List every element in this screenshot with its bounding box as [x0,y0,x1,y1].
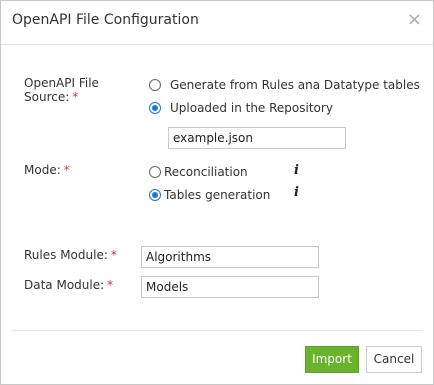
source-uploaded-label: Uploaded in the Repository [170,101,333,115]
footer-divider [12,330,422,331]
data-module-field[interactable]: Models [141,276,319,298]
mode-reconciliation-label: Reconciliation [164,165,248,179]
cancel-button[interactable]: Cancel [366,346,422,373]
mode-reconciliation-radio[interactable] [149,166,161,178]
required-mark: * [107,278,114,292]
source-label: OpenAPI File Source: * [24,76,99,104]
dialog-title: OpenAPI File Configuration [12,12,199,28]
required-mark: * [72,90,79,104]
mode-option-reconciliation[interactable]: Reconciliation [149,164,248,180]
import-button[interactable]: Import [305,346,359,373]
close-icon[interactable]: × [407,11,422,29]
openapi-config-dialog: OpenAPI File Configuration × OpenAPI Fil… [0,0,434,385]
info-icon[interactable]: i [294,164,299,178]
repository-file-field[interactable]: example.json [168,127,346,149]
rules-module-field[interactable]: Algorithms [141,246,319,268]
source-generate-radio[interactable] [149,79,161,91]
mode-label-text: Mode: [24,163,61,177]
rules-module-label: Rules Module: * [24,248,117,262]
required-mark: * [110,248,117,262]
source-label-line2: Source: * [24,90,99,104]
mode-option-tables-generation[interactable]: Tables generation [149,187,270,203]
data-module-label-text: Data Module: [24,278,105,292]
source-label-line1: OpenAPI File [24,76,99,90]
required-mark: * [63,163,70,177]
rules-module-label-text: Rules Module: [24,248,108,262]
mode-tables-generation-label: Tables generation [164,188,271,202]
source-generate-label: Generate from Rules ana Datatype tables [170,78,420,92]
data-module-label: Data Module: * [24,278,113,292]
dialog-header: OpenAPI File Configuration × [1,1,433,45]
info-icon[interactable]: i [294,186,299,200]
mode-tables-generation-radio[interactable] [149,189,161,201]
mode-label: Mode: * [24,163,70,177]
source-option-generate[interactable]: Generate from Rules ana Datatype tables [149,77,420,93]
source-label-text: Source: [24,90,70,104]
source-option-uploaded[interactable]: Uploaded in the Repository [149,100,333,116]
source-uploaded-radio[interactable] [149,102,161,114]
